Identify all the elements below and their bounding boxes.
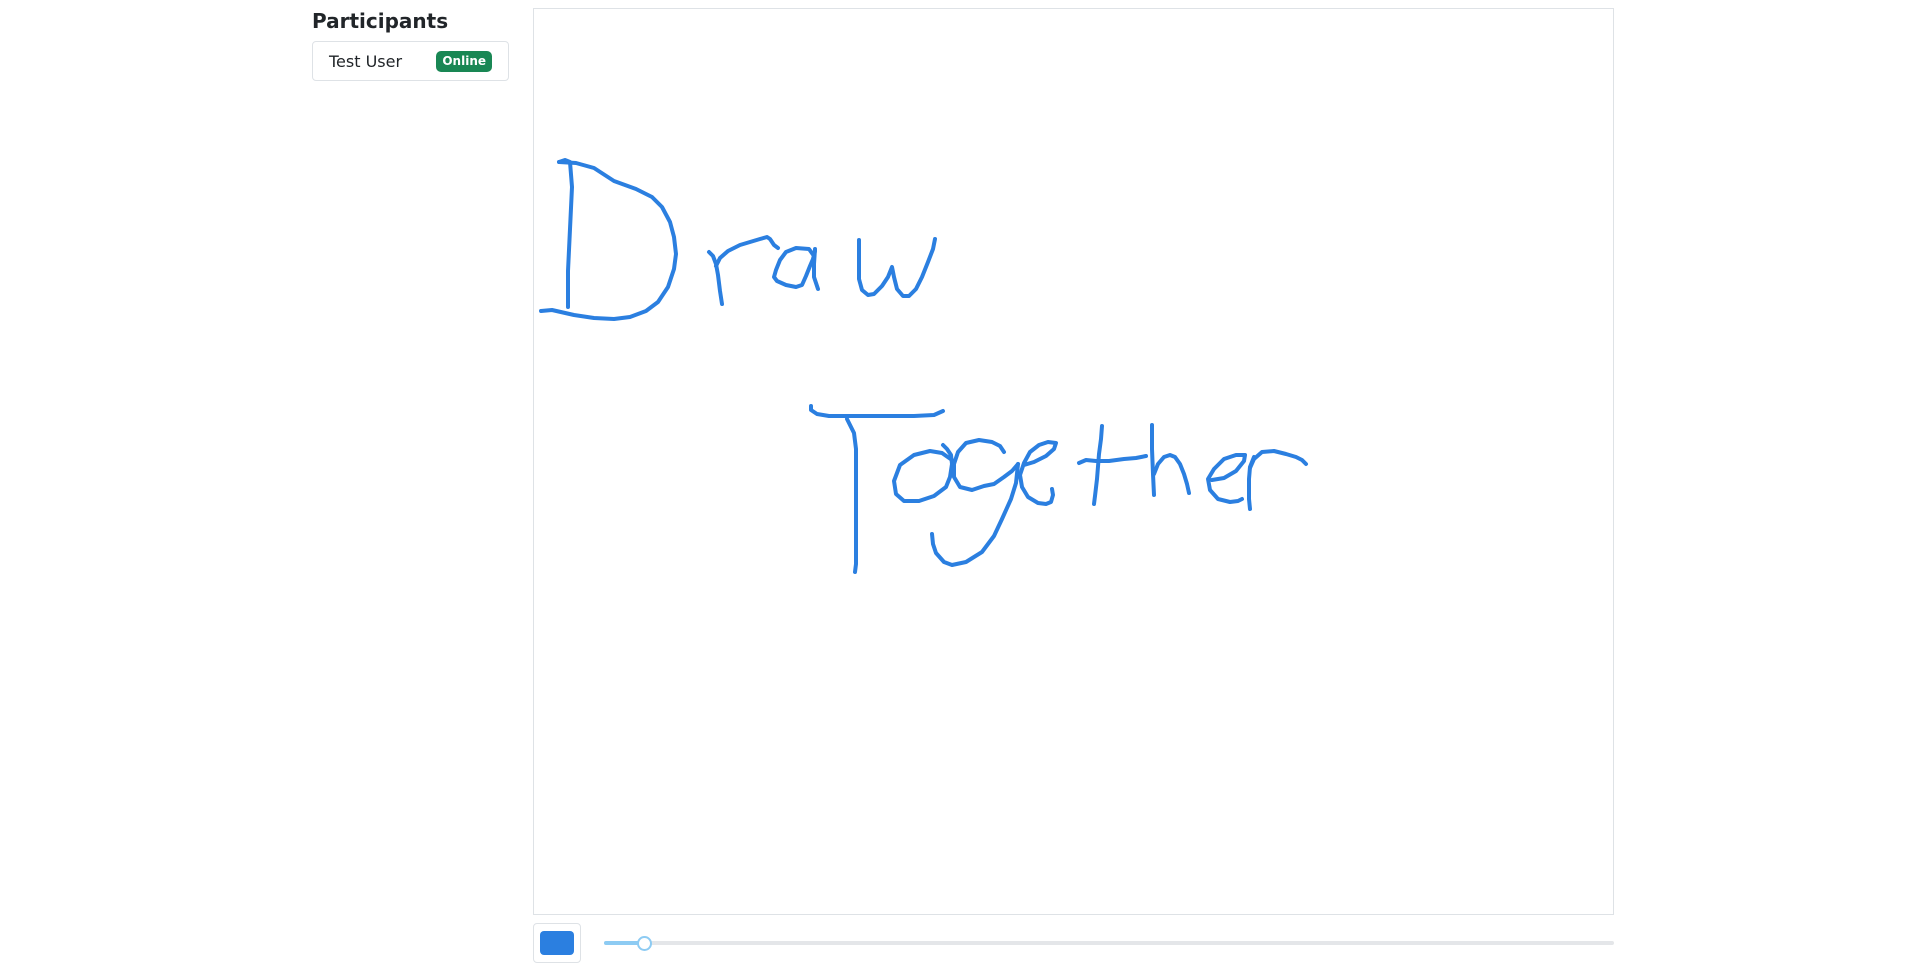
participants-title: Participants bbox=[312, 9, 449, 33]
stroke bbox=[557, 158, 574, 309]
drawing-surface[interactable] bbox=[534, 9, 1613, 914]
stroke bbox=[930, 462, 1020, 567]
slider-track bbox=[604, 941, 1614, 945]
stroke bbox=[1150, 423, 1156, 497]
stroke bbox=[845, 417, 858, 574]
color-picker-button[interactable] bbox=[533, 923, 581, 963]
brush-size-slider[interactable] bbox=[604, 933, 1614, 953]
stroke bbox=[809, 404, 945, 418]
stroke bbox=[812, 247, 820, 291]
stroke bbox=[1152, 453, 1191, 495]
drawing-canvas[interactable] bbox=[533, 8, 1614, 915]
stroke bbox=[714, 235, 780, 268]
stroke bbox=[1248, 449, 1308, 470]
stroke bbox=[857, 237, 937, 298]
status-badge: Online bbox=[436, 50, 492, 72]
stroke bbox=[1092, 424, 1104, 506]
participant-name: Test User bbox=[329, 51, 403, 71]
participant-item: Test User Online bbox=[312, 41, 509, 81]
stroke bbox=[952, 438, 1020, 492]
stroke bbox=[1077, 454, 1148, 465]
stroke bbox=[772, 246, 817, 289]
stroke bbox=[892, 443, 954, 503]
stroke bbox=[1018, 440, 1058, 506]
color-swatch bbox=[540, 931, 574, 955]
drawn-strokes bbox=[539, 158, 1308, 574]
stroke bbox=[539, 160, 678, 321]
slider-thumb[interactable] bbox=[637, 936, 653, 951]
stroke bbox=[1206, 453, 1247, 504]
participants-panel: Participants Test User Online bbox=[312, 8, 509, 81]
